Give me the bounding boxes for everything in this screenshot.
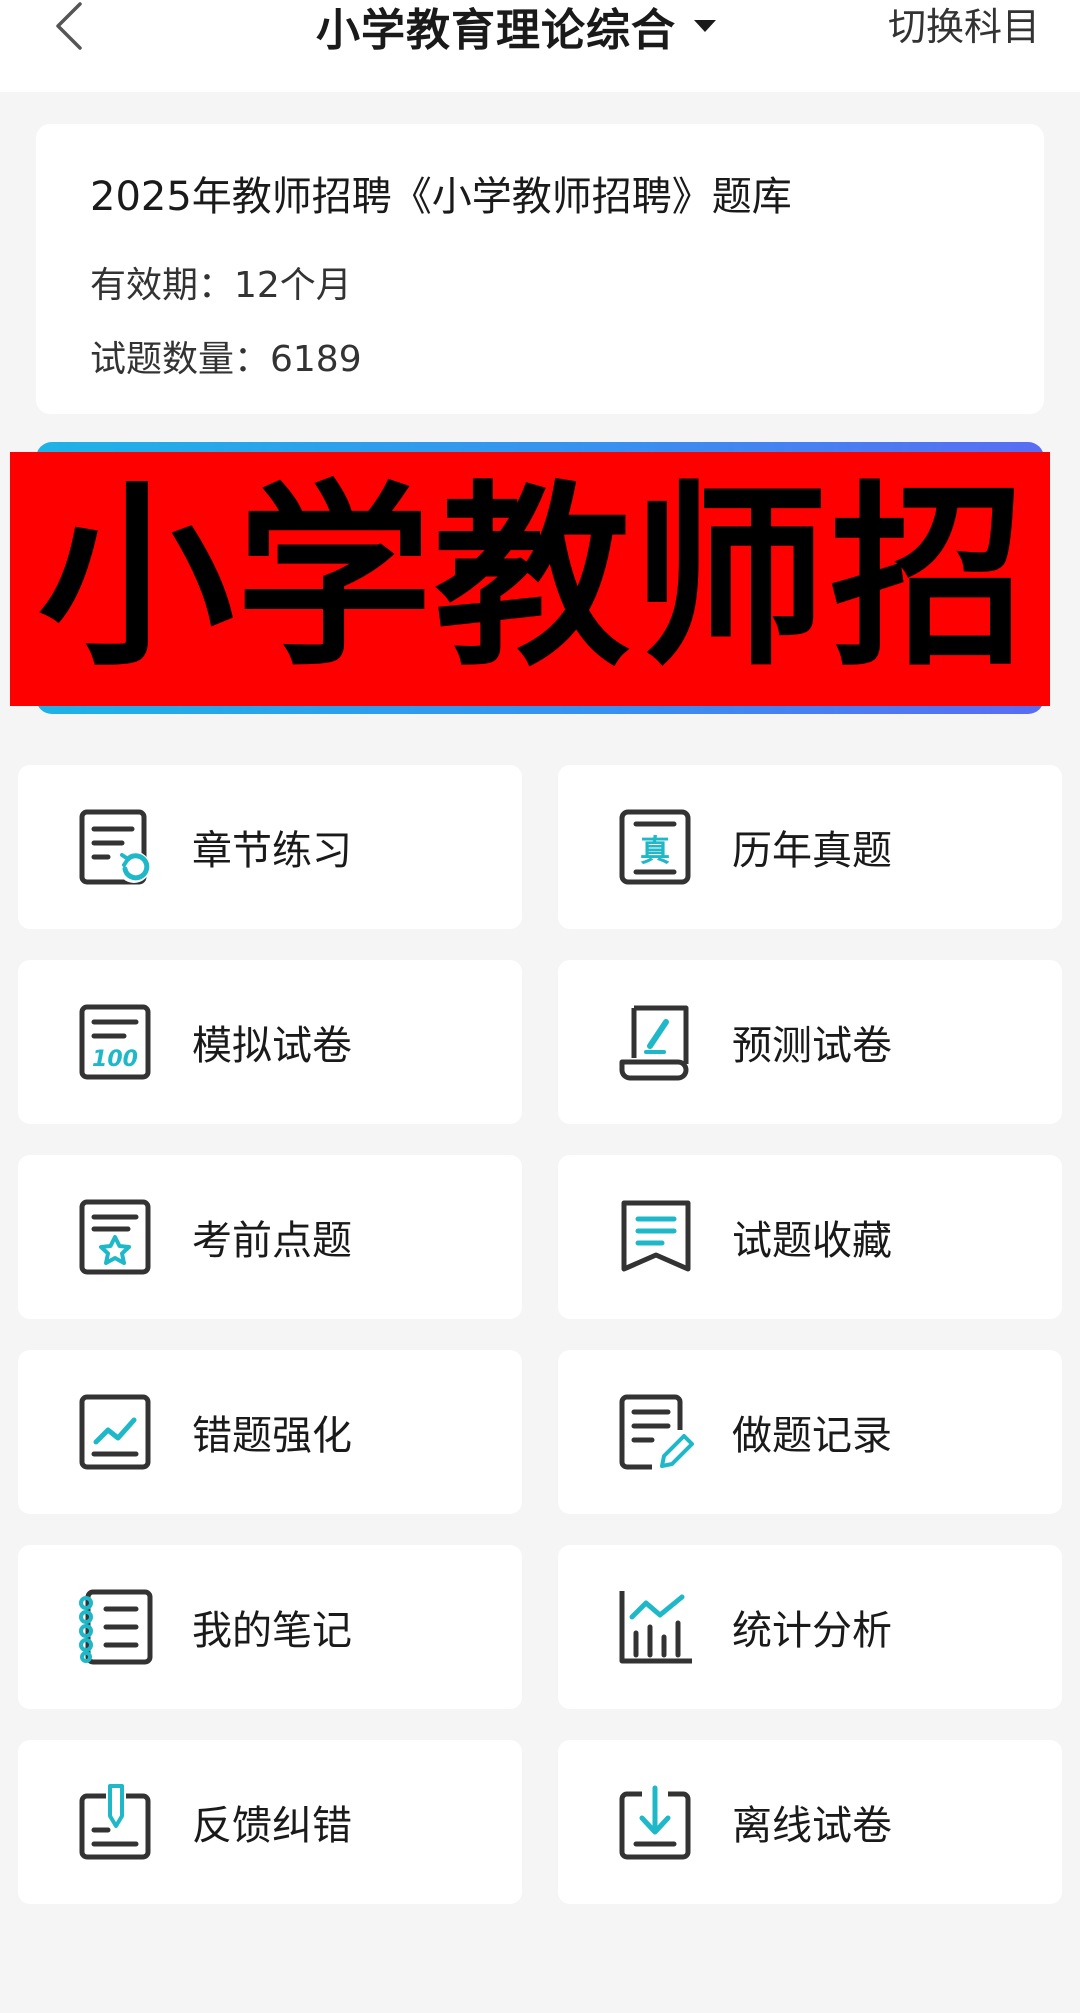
page-title: 小学教育理论综合	[316, 5, 676, 56]
mock-paper-icon: 100	[79, 1004, 151, 1080]
menu-item-label: 离线试卷	[732, 1803, 892, 1849]
menu-item-label: 试题收藏	[732, 1218, 892, 1264]
menu-item-wrong-questions[interactable]: 错题强化	[18, 1350, 522, 1514]
menu-item-statistics[interactable]: 统计分析	[558, 1545, 1062, 1709]
menu-item-label: 错题强化	[192, 1413, 352, 1459]
subject-selector[interactable]: 小学教育理论综合	[316, 0, 716, 56]
wrong-questions-icon	[79, 1394, 151, 1470]
menu-item-label: 考前点题	[192, 1218, 352, 1264]
menu-item-label: 做题记录	[732, 1413, 892, 1459]
menu-item-past-exams[interactable]: 真 历年真题	[558, 765, 1062, 929]
menu-item-notes[interactable]: 我的笔记	[18, 1545, 522, 1709]
menu-item-practice-record[interactable]: 做题记录	[558, 1350, 1062, 1514]
menu-item-label: 统计分析	[732, 1608, 892, 1654]
menu-item-label: 我的笔记	[192, 1608, 352, 1654]
chapter-practice-icon	[79, 809, 150, 885]
menu-item-label: 预测试卷	[732, 1023, 892, 1069]
menu-item-offline-download[interactable]: 离线试卷	[558, 1740, 1062, 1904]
question-count: 试题数量：6189	[90, 339, 362, 380]
menu-item-feedback[interactable]: 反馈纠错	[18, 1740, 522, 1904]
pre-exam-tips-icon	[79, 1199, 151, 1275]
caret-down-icon	[694, 20, 716, 32]
menu-item-label: 历年真题	[732, 828, 892, 874]
offline-download-icon	[619, 1785, 691, 1860]
past-exams-icon: 真	[619, 809, 691, 885]
menu-item-chapter-practice[interactable]: 章节练习	[18, 765, 522, 929]
forecast-paper-icon	[619, 1005, 689, 1081]
notes-icon	[79, 1589, 153, 1665]
statistics-icon	[619, 1591, 692, 1664]
banner-text: 小学教师招	[38, 465, 1029, 693]
question-bank-info-card: 2025年教师招聘《小学教师招聘》题库 有效期：12个月 试题数量：6189	[36, 124, 1044, 414]
practice-record-icon	[619, 1394, 694, 1470]
svg-text:真: 真	[640, 834, 670, 869]
feedback-icon	[79, 1784, 151, 1860]
menu-item-label: 模拟试卷	[192, 1023, 352, 1069]
banner-overlay: 小学教师招	[10, 452, 1050, 706]
header-bar: 小学教育理论综合 切换科目	[0, 0, 1080, 92]
validity-period: 有效期：12个月	[90, 265, 352, 306]
menu-item-label: 反馈纠错	[192, 1803, 352, 1849]
question-bank-title: 2025年教师招聘《小学教师招聘》题库	[90, 174, 792, 220]
menu-item-forecast-paper[interactable]: 预测试卷	[558, 960, 1062, 1124]
chevron-left-icon	[56, 2, 82, 50]
bookmark-icon	[621, 1200, 691, 1272]
menu-item-mock-paper[interactable]: 100 模拟试卷	[18, 960, 522, 1124]
back-button[interactable]	[44, 0, 94, 52]
switch-subject-button[interactable]: 切换科目	[888, 0, 1040, 49]
menu-item-label: 章节练习	[192, 828, 352, 874]
svg-text:100: 100	[92, 1047, 138, 1072]
menu-item-bookmark[interactable]: 试题收藏	[558, 1155, 1062, 1319]
menu-item-pre-exam-tips[interactable]: 考前点题	[18, 1155, 522, 1319]
